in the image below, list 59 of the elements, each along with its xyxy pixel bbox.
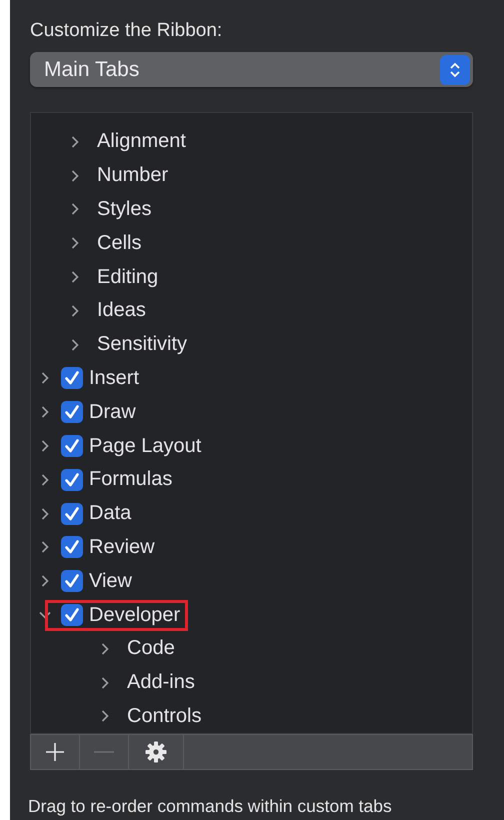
- checkbox[interactable]: [61, 502, 83, 525]
- checkbox[interactable]: [61, 468, 83, 491]
- settings-icon: [145, 741, 167, 763]
- checkmark-icon: [64, 539, 80, 556]
- stepper-icon: [440, 54, 470, 84]
- checkmark-icon: [64, 404, 80, 420]
- checkbox[interactable]: [61, 536, 83, 558]
- checkmark-icon: [64, 438, 80, 454]
- chevron-right-icon[interactable]: [99, 676, 111, 689]
- group-label[interactable]: Alignment: [97, 130, 186, 154]
- chevron-right-icon[interactable]: [39, 575, 51, 588]
- group-label[interactable]: Editing: [97, 266, 158, 289]
- chevron-right-icon[interactable]: [69, 271, 81, 284]
- checkmark-icon: [64, 607, 80, 624]
- chevron-right-icon[interactable]: [39, 372, 51, 384]
- chevron-right-icon[interactable]: [69, 170, 81, 182]
- ribbon-tab-label[interactable]: Review: [89, 536, 155, 559]
- chevron-right-icon[interactable]: [69, 237, 81, 250]
- group-label[interactable]: Cells: [97, 232, 142, 255]
- ribbon-tab-label[interactable]: Data: [89, 502, 132, 526]
- checkmark-icon: [64, 573, 80, 590]
- chevron-right-icon[interactable]: [39, 474, 51, 486]
- checkbox[interactable]: [61, 401, 83, 424]
- group-label[interactable]: Styles: [97, 198, 152, 221]
- chevron-right-icon[interactable]: [39, 440, 51, 452]
- checkmark-icon: [64, 370, 80, 386]
- chevron-right-icon[interactable]: [39, 541, 51, 554]
- ribbon-tab-label[interactable]: Developer: [89, 604, 180, 627]
- tabs-dropdown[interactable]: Main Tabs: [30, 52, 473, 87]
- chevron-right-icon[interactable]: [69, 203, 81, 216]
- checkmark-icon: [64, 472, 80, 488]
- checkbox[interactable]: [61, 367, 83, 390]
- ribbon-tab-label[interactable]: Page Layout: [89, 434, 202, 458]
- group-label[interactable]: Controls: [127, 704, 202, 728]
- group-label[interactable]: Add-ins: [127, 671, 195, 694]
- chevron-right-icon[interactable]: [69, 304, 81, 317]
- checkbox[interactable]: [61, 570, 83, 592]
- chevron-right-icon[interactable]: [99, 710, 111, 722]
- group-label[interactable]: Code: [127, 637, 175, 660]
- ribbon-tab-label[interactable]: Insert: [89, 366, 140, 390]
- ribbon-tab-label[interactable]: View: [89, 570, 132, 593]
- plus-icon: [45, 742, 65, 762]
- group-label[interactable]: Number: [97, 164, 168, 188]
- section-heading: Customize the Ribbon:: [30, 20, 224, 42]
- chevron-right-icon[interactable]: [39, 406, 51, 418]
- chevron-right-icon[interactable]: [69, 338, 81, 351]
- chevron-down-icon[interactable]: [39, 609, 51, 622]
- checkbox[interactable]: [61, 604, 83, 626]
- checkbox[interactable]: [61, 435, 83, 458]
- checkmark-icon: [64, 506, 80, 522]
- ribbon-tab-label[interactable]: Formulas: [89, 468, 172, 492]
- chevron-right-icon[interactable]: [99, 642, 111, 655]
- group-label[interactable]: Ideas: [97, 299, 146, 322]
- minus-icon: [94, 750, 114, 754]
- group-label[interactable]: Sensitivity: [97, 333, 188, 356]
- hint-text: Drag to re-order commands within custom tabs: [28, 796, 393, 817]
- ribbon-tab-label[interactable]: Draw: [89, 400, 136, 424]
- chevron-right-icon[interactable]: [39, 508, 51, 520]
- chevron-right-icon[interactable]: [69, 136, 81, 148]
